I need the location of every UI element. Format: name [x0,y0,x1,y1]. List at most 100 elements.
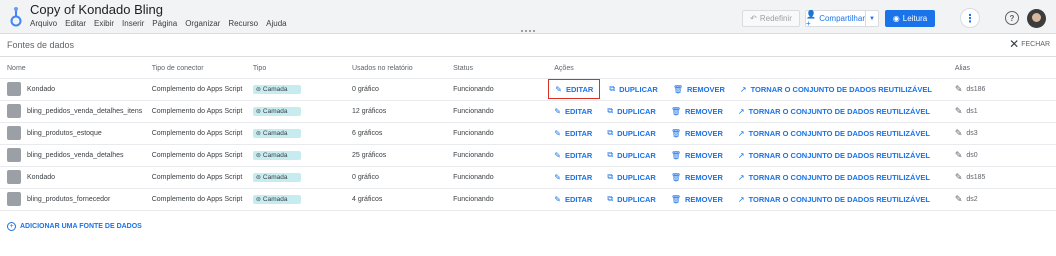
add-data-source-label: ADICIONAR UMA FONTE DE DADOS [20,223,142,230]
remove-button[interactable]: 🗑 REMOVER [673,79,725,99]
help-icon[interactable]: ? [1005,11,1019,25]
type-label: Camada [262,195,288,203]
status-text: Funcionando [453,99,555,122]
data-source-icon [7,148,21,162]
more-options-icon[interactable]: ⋮ [960,8,980,28]
make-reusable-button[interactable]: ↗ TORNAR O CONJUNTO DE DADOS REUTILIZÁVEL [738,101,930,121]
avatar[interactable] [1027,9,1046,28]
remove-button[interactable]: 🗑 REMOVER [671,145,723,165]
layer-icon: ⊜ [255,152,261,159]
menu-editar[interactable]: Editar [65,19,86,28]
data-source-name[interactable]: bling_produtos_estoque [27,130,102,137]
connector-type: Complemento do Apps Script [151,165,253,188]
menu-bar: Arquivo Editar Exibir Inserir Página Org… [30,19,287,28]
trash-icon: 🗑 [670,194,681,204]
make-reusable-button[interactable]: ↗ TORNAR O CONJUNTO DE DADOS REUTILIZÁVEL [740,79,932,99]
make-reusable-label: TORNAR O CONJUNTO DE DADOS REUTILIZÁVEL [748,106,930,116]
edit-label: EDITAR [564,172,593,182]
data-source-name[interactable]: Kondado [27,174,55,181]
make-reusable-button[interactable]: ↗ TORNAR O CONJUNTO DE DADOS REUTILIZÁVEL [738,167,930,187]
header-name: Nome [7,65,26,73]
alias-field[interactable]: ✎ ds186 [955,84,1056,95]
alias-field[interactable]: ✎ ds0 [955,150,1056,161]
data-source-icon [7,104,21,118]
data-studio-logo-icon[interactable] [8,6,24,28]
layer-icon: ⊜ [255,86,261,93]
status-text: Funcionando [453,187,555,211]
data-source-name[interactable]: bling_produtos_fornecedor [27,196,110,203]
edit-label: EDITAR [564,106,593,116]
pencil-icon: ✎ [554,128,561,138]
alias-field[interactable]: ✎ ds3 [955,128,1056,139]
pencil-icon: ✎ [954,171,963,182]
make-reusable-label: TORNAR O CONJUNTO DE DADOS REUTILIZÁVEL [748,194,930,204]
data-sources-table: Nome Tipo de conector Tipo Usados no rel… [0,60,1056,211]
duplicate-label: DUPLICAR [617,150,656,160]
trash-icon: 🗑 [670,106,681,116]
trash-icon: 🗑 [670,128,681,138]
duplicate-button[interactable]: ⧉ DUPLICAR [607,123,655,143]
panel-drag-handle[interactable] [521,30,535,34]
menu-pagina[interactable]: Página [152,19,177,28]
edit-label: EDITAR [564,194,593,204]
alias-field[interactable]: ✎ ds1 [955,106,1056,117]
close-label: FECHAR [1021,40,1050,48]
duplicate-button[interactable]: ⧉ DUPLICAR [607,189,655,209]
layer-icon: ⊜ [255,174,261,181]
trash-icon: 🗑 [670,150,681,160]
share-arrow-icon: ↗ [737,106,745,116]
menu-arquivo[interactable]: Arquivo [30,19,57,28]
duplicate-button[interactable]: ⧉ DUPLICAR [607,101,655,121]
view-mode-button[interactable]: ◉ Leitura [885,10,935,27]
data-source-name[interactable]: Kondado [27,86,55,93]
duplicate-button[interactable]: ⧉ DUPLICAR [607,145,655,165]
alias-field[interactable]: ✎ ds185 [955,172,1056,183]
alias-field[interactable]: ✎ ds2 [955,194,1056,205]
make-reusable-button[interactable]: ↗ TORNAR O CONJUNTO DE DADOS REUTILIZÁVEL [738,189,930,209]
menu-recurso[interactable]: Recurso [228,19,258,28]
data-source-name[interactable]: bling_pedidos_venda_detalhes_itens [27,108,142,115]
status-text: Funcionando [453,165,555,188]
status-text: Funcionando [453,143,555,166]
layer-icon: ⊜ [255,130,261,137]
data-source-icon [7,192,21,206]
data-source-name[interactable]: bling_pedidos_venda_detalhes [27,152,124,159]
remove-button[interactable]: 🗑 REMOVER [671,167,723,187]
duplicate-button[interactable]: ⧉ DUPLICAR [609,79,657,99]
pencil-icon: ✎ [954,105,963,116]
share-dropdown-icon[interactable]: ▼ [866,16,878,22]
menu-inserir[interactable]: Inserir [122,19,144,28]
pencil-icon: ✎ [554,106,561,116]
connector-type: Complemento do Apps Script [151,77,253,100]
layer-icon: ⊜ [255,108,261,115]
edit-label: EDITAR [564,150,593,160]
duplicate-button[interactable]: ⧉ DUPLICAR [607,167,655,187]
menu-ajuda[interactable]: Ajuda [266,19,286,28]
share-label: Compartilhar [819,14,865,23]
redefinir-button[interactable]: ↶ Redefinir [742,10,800,27]
remove-button[interactable]: 🗑 REMOVER [671,189,723,209]
menu-organizar[interactable]: Organizar [185,19,220,28]
share-main-button[interactable]: 👤+ Compartilhar [806,10,866,28]
make-reusable-button[interactable]: ↗ TORNAR O CONJUNTO DE DADOS REUTILIZÁVEL [738,145,930,165]
duplicate-label: DUPLICAR [617,172,656,182]
table-header-row: Nome Tipo de conector Tipo Usados no rel… [0,60,1056,78]
edit-button[interactable]: ✎ EDITAR [548,79,601,99]
pencil-icon: ✎ [954,127,963,138]
make-reusable-button[interactable]: ↗ TORNAR O CONJUNTO DE DADOS REUTILIZÁVEL [738,123,930,143]
close-button[interactable]: ✕ FECHAR [1009,38,1050,50]
edit-button[interactable]: ✎ EDITAR [554,145,592,165]
edit-button[interactable]: ✎ EDITAR [554,189,592,209]
edit-button[interactable]: ✎ EDITAR [554,101,592,121]
header-usage: Usados no relatório [351,65,413,73]
duplicate-label: DUPLICAR [619,84,658,94]
edit-button[interactable]: ✎ EDITAR [554,123,592,143]
remove-button[interactable]: 🗑 REMOVER [671,123,723,143]
remove-button[interactable]: 🗑 REMOVER [671,101,723,121]
copy-icon: ⧉ [607,106,614,115]
document-title[interactable]: Copy of Kondado Bling [30,2,163,17]
add-data-source-button[interactable]: + ADICIONAR UMA FONTE DE DADOS [7,222,142,231]
share-button[interactable]: 👤+ Compartilhar ▼ [805,10,879,28]
menu-exibir[interactable]: Exibir [94,19,114,28]
edit-button[interactable]: ✎ EDITAR [554,167,592,187]
